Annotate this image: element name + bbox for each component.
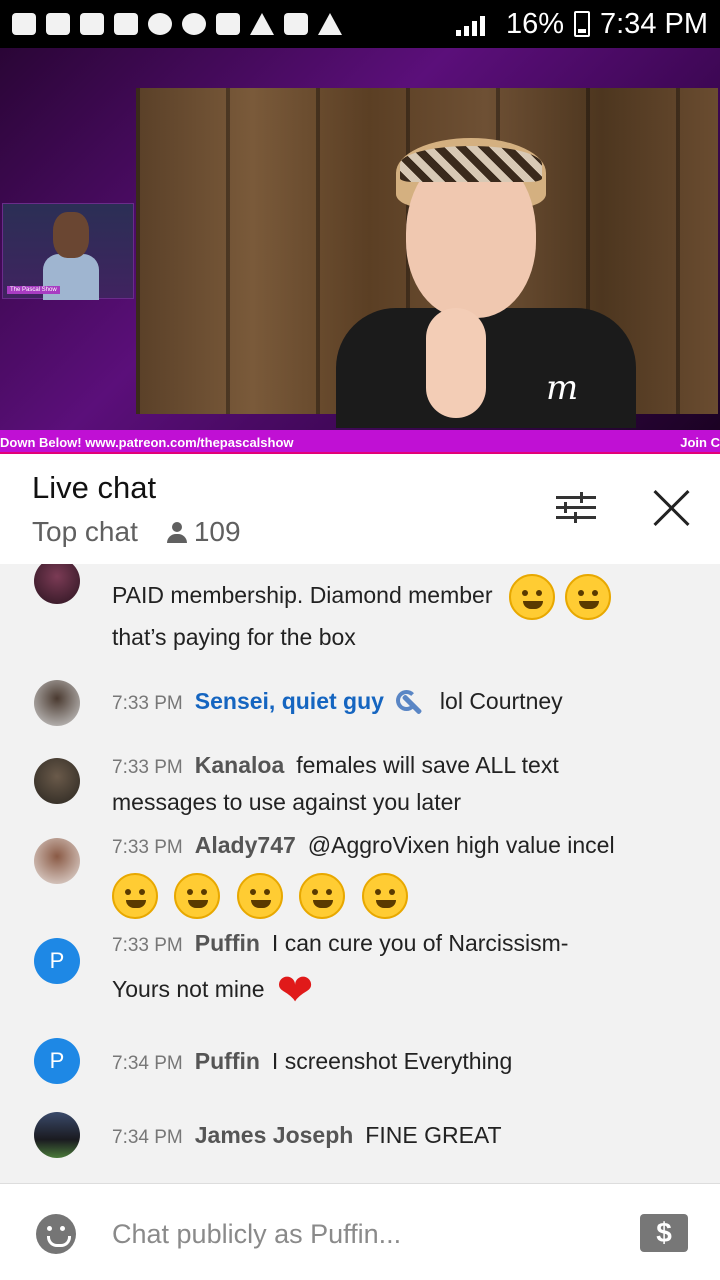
- rofl-icon: [112, 873, 158, 919]
- signal-icon: [455, 12, 496, 36]
- avatar[interactable]: [34, 838, 80, 884]
- inset-video: The Pascal Show: [2, 203, 134, 300]
- close-icon[interactable]: [652, 488, 692, 528]
- woozy-face-icon: [508, 574, 555, 620]
- message-time: 7:33 PM: [112, 693, 183, 714]
- message-icon: [12, 13, 36, 35]
- message-author[interactable]: Kanaloa: [195, 752, 284, 778]
- message-author[interactable]: Alady747: [195, 832, 296, 858]
- super-chat-icon[interactable]: $: [640, 1214, 688, 1252]
- chat-header: Live chat Top chat 109: [0, 454, 720, 564]
- avatar[interactable]: [34, 758, 80, 804]
- shirt-logo: m: [546, 368, 579, 408]
- avatar[interactable]: P: [34, 938, 80, 984]
- status-bar: 16% 7:34 PM: [0, 0, 720, 48]
- message-text: I can cure you of Narcissism-: [271, 930, 569, 956]
- chat-mode-selector[interactable]: Top chat 109: [32, 516, 241, 548]
- image-icon: [284, 13, 308, 35]
- emoji-picker-icon[interactable]: [36, 1214, 76, 1254]
- message-text: FINE GREAT: [365, 1122, 502, 1148]
- emoji-row: [112, 873, 660, 919]
- message-time: 7:33 PM: [112, 837, 183, 858]
- pokeball-icon: [148, 13, 172, 35]
- battery-icon: [574, 11, 590, 37]
- red-heart-icon: ❤: [276, 966, 314, 1015]
- message-text: @AggroVixen high value incel: [307, 832, 615, 858]
- ticker-banner: Down Below! www.patreon.com/thepascalsho…: [0, 430, 720, 454]
- laughing-tears-icon: [564, 574, 611, 620]
- avatar[interactable]: P: [34, 1038, 80, 1084]
- message-time: 7:33 PM: [112, 935, 183, 956]
- alert-message-icon: [46, 13, 70, 35]
- rofl-icon: [174, 873, 221, 919]
- chat-input-bar: $: [0, 1183, 720, 1280]
- ticker-text-right: Join C: [680, 434, 720, 450]
- rofl-icon: [236, 873, 283, 919]
- warning-icon: [250, 13, 274, 35]
- avatar[interactable]: [34, 564, 80, 604]
- cloud-icon: [182, 13, 206, 35]
- chat-input[interactable]: [112, 1214, 612, 1254]
- rofl-icon: [361, 873, 408, 919]
- message-text: I screenshot Everything: [271, 1048, 513, 1074]
- battery-percent: 16%: [505, 7, 564, 40]
- message-text-line2: that’s paying for the box: [112, 624, 356, 650]
- streamer-image: m: [336, 128, 636, 428]
- message-text-line2: Yours not mine: [112, 976, 265, 1003]
- message-author[interactable]: James Joseph: [195, 1122, 354, 1148]
- message-author[interactable]: Puffin: [195, 930, 260, 956]
- video-player[interactable]: m The Pascal Show Down Below! www.patreo…: [0, 48, 720, 454]
- folder-icon: [216, 13, 240, 35]
- play-store-icon: [318, 13, 342, 35]
- chat-messages-list[interactable]: PAID membership. Diamond member that’s p…: [0, 564, 720, 1182]
- youtube-icon: [80, 13, 104, 35]
- moderator-wrench-icon: [395, 689, 424, 716]
- youtube-icon: [114, 13, 138, 35]
- filter-settings-icon[interactable]: [556, 490, 596, 524]
- chat-title: Live chat: [32, 470, 157, 505]
- status-right: 16% 7:34 PM: [455, 7, 708, 41]
- message-time: 7:34 PM: [112, 1053, 183, 1074]
- message-text: PAID membership. Diamond member: [112, 582, 493, 609]
- rofl-icon: [299, 873, 346, 919]
- avatar[interactable]: [34, 680, 80, 726]
- message-time: 7:33 PM: [112, 757, 183, 778]
- chat-mode-label[interactable]: Top chat: [32, 516, 138, 548]
- message-author[interactable]: Sensei, quiet guy: [195, 688, 384, 714]
- message-author[interactable]: Puffin: [195, 1048, 260, 1074]
- avatar[interactable]: [34, 1112, 80, 1158]
- notification-icons: [12, 13, 342, 35]
- viewer-count: 109: [193, 516, 241, 547]
- message-text: lol Courtney: [439, 688, 563, 714]
- inset-tag: The Pascal Show: [7, 286, 60, 294]
- message-time: 7:34 PM: [112, 1127, 183, 1148]
- clock: 7:34 PM: [600, 7, 708, 40]
- person-icon: [166, 521, 188, 543]
- ticker-text: Down Below! www.patreon.com/thepascalsho…: [0, 434, 294, 450]
- main-video-frame: m: [136, 88, 718, 428]
